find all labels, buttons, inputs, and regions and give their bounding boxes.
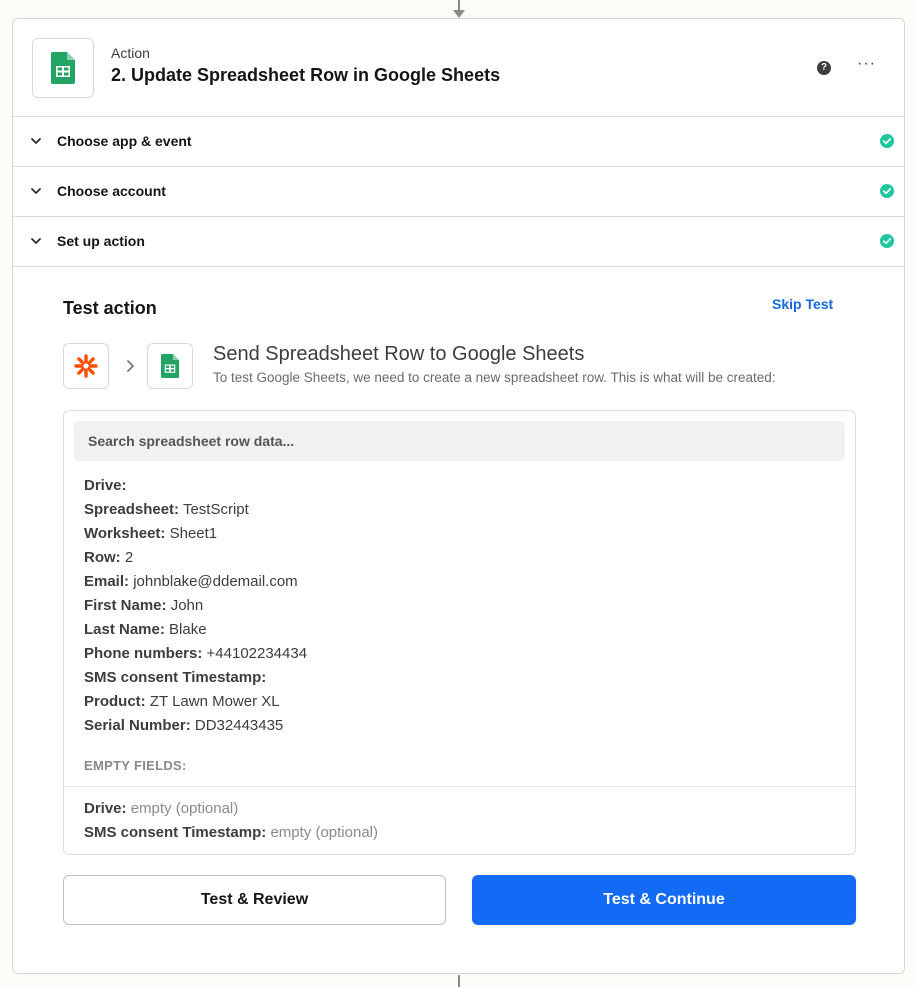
chevron-down-icon <box>31 138 41 144</box>
test-continue-button[interactable]: Test & Continue <box>472 875 856 925</box>
field-key: Worksheet: <box>84 525 166 542</box>
field-key: SMS consent Timestamp: <box>84 824 267 841</box>
section-label: Set up action <box>57 233 145 249</box>
field-key: SMS consent Timestamp: <box>84 669 267 686</box>
section-set-up-action[interactable]: Set up action <box>13 217 904 267</box>
field-row: First Name: John <box>84 594 307 618</box>
field-row: Worksheet: Sheet1 <box>84 522 307 546</box>
flow-arrow-icon <box>453 10 465 18</box>
trigger-app-tile <box>63 343 109 389</box>
section-choose-account[interactable]: Choose account <box>13 167 904 217</box>
check-circle-icon <box>880 184 894 198</box>
row-data-panel: Drive: Spreadsheet: TestScript Worksheet… <box>63 410 856 855</box>
field-value: empty (optional) <box>130 800 239 817</box>
step-header: Action 2. Update Spreadsheet Row in Goog… <box>13 19 904 117</box>
field-value: John <box>170 597 204 614</box>
test-action-title: Test action <box>63 298 157 318</box>
field-row: Email: johnblake@ddemail.com <box>84 570 307 594</box>
section-label: Choose account <box>57 183 166 199</box>
step-kind-label: Action <box>111 45 150 61</box>
field-list: Drive: Spreadsheet: TestScript Worksheet… <box>84 474 307 738</box>
step-title: 2. Update Spreadsheet Row in Google Shee… <box>111 65 501 85</box>
check-circle-icon <box>880 134 894 148</box>
help-icon[interactable]: ? <box>817 61 831 75</box>
field-key: Serial Number: <box>84 717 191 734</box>
action-step-card: Action 2. Update Spreadsheet Row in Goog… <box>12 18 905 974</box>
field-value: empty (optional) <box>270 824 378 841</box>
field-key: Spreadsheet: <box>84 501 180 518</box>
field-key: First Name: <box>84 597 167 614</box>
search-input[interactable] <box>74 421 845 461</box>
field-value: +44102234434 <box>206 645 308 662</box>
field-key: Last Name: <box>84 621 165 638</box>
test-review-button[interactable]: Test & Review <box>63 875 446 925</box>
chevron-down-icon <box>31 188 41 194</box>
zapier-asterisk-icon <box>74 354 98 378</box>
empty-field-list: Drive: empty (optional) SMS consent Time… <box>84 797 378 845</box>
check-circle-icon <box>880 234 894 248</box>
chevron-right-icon <box>127 360 134 372</box>
app-tile <box>32 38 94 98</box>
field-row: Serial Number: DD32443435 <box>84 714 307 738</box>
field-row: Product: ZT Lawn Mower XL <box>84 690 307 714</box>
flow-connector-bottom <box>458 975 460 987</box>
field-row: Drive: empty (optional) <box>84 797 378 821</box>
field-value: DD32443435 <box>194 717 284 734</box>
empty-fields-heading: EMPTY FIELDS: <box>84 758 187 773</box>
field-row: SMS consent Timestamp: empty (optional) <box>84 821 378 845</box>
send-row-subtitle: To test Google Sheets, we need to create… <box>213 370 776 385</box>
skip-test-link[interactable]: Skip Test <box>772 296 833 312</box>
field-row: Row: 2 <box>84 546 307 570</box>
chevron-down-icon <box>31 238 41 244</box>
field-value: ZT Lawn Mower XL <box>149 693 280 710</box>
field-key: Row: <box>84 549 121 566</box>
field-key: Product: <box>84 693 146 710</box>
field-row: Spreadsheet: TestScript <box>84 498 307 522</box>
field-value: Sheet1 <box>169 525 218 542</box>
field-key: Drive: <box>84 800 127 817</box>
field-key: Drive: <box>84 477 127 494</box>
send-row-title: Send Spreadsheet Row to Google Sheets <box>213 343 585 365</box>
field-value: 2 <box>124 549 134 566</box>
divider <box>64 786 855 787</box>
field-value: TestScript <box>182 501 249 518</box>
field-row: Phone numbers: +44102234434 <box>84 642 307 666</box>
field-row: SMS consent Timestamp: <box>84 666 307 690</box>
action-app-tile <box>147 343 193 389</box>
more-icon[interactable]: ··· <box>857 55 876 73</box>
google-sheets-icon <box>51 52 75 84</box>
field-value: Blake <box>169 621 207 638</box>
field-row: Drive: <box>84 474 307 498</box>
field-key: Phone numbers: <box>84 645 203 662</box>
section-label: Choose app & event <box>57 133 192 149</box>
section-choose-app-event[interactable]: Choose app & event <box>13 117 904 167</box>
field-value: johnblake@ddemail.com <box>133 573 298 590</box>
field-key: Email: <box>84 573 130 590</box>
field-row: Last Name: Blake <box>84 618 307 642</box>
google-sheets-icon <box>161 354 179 378</box>
